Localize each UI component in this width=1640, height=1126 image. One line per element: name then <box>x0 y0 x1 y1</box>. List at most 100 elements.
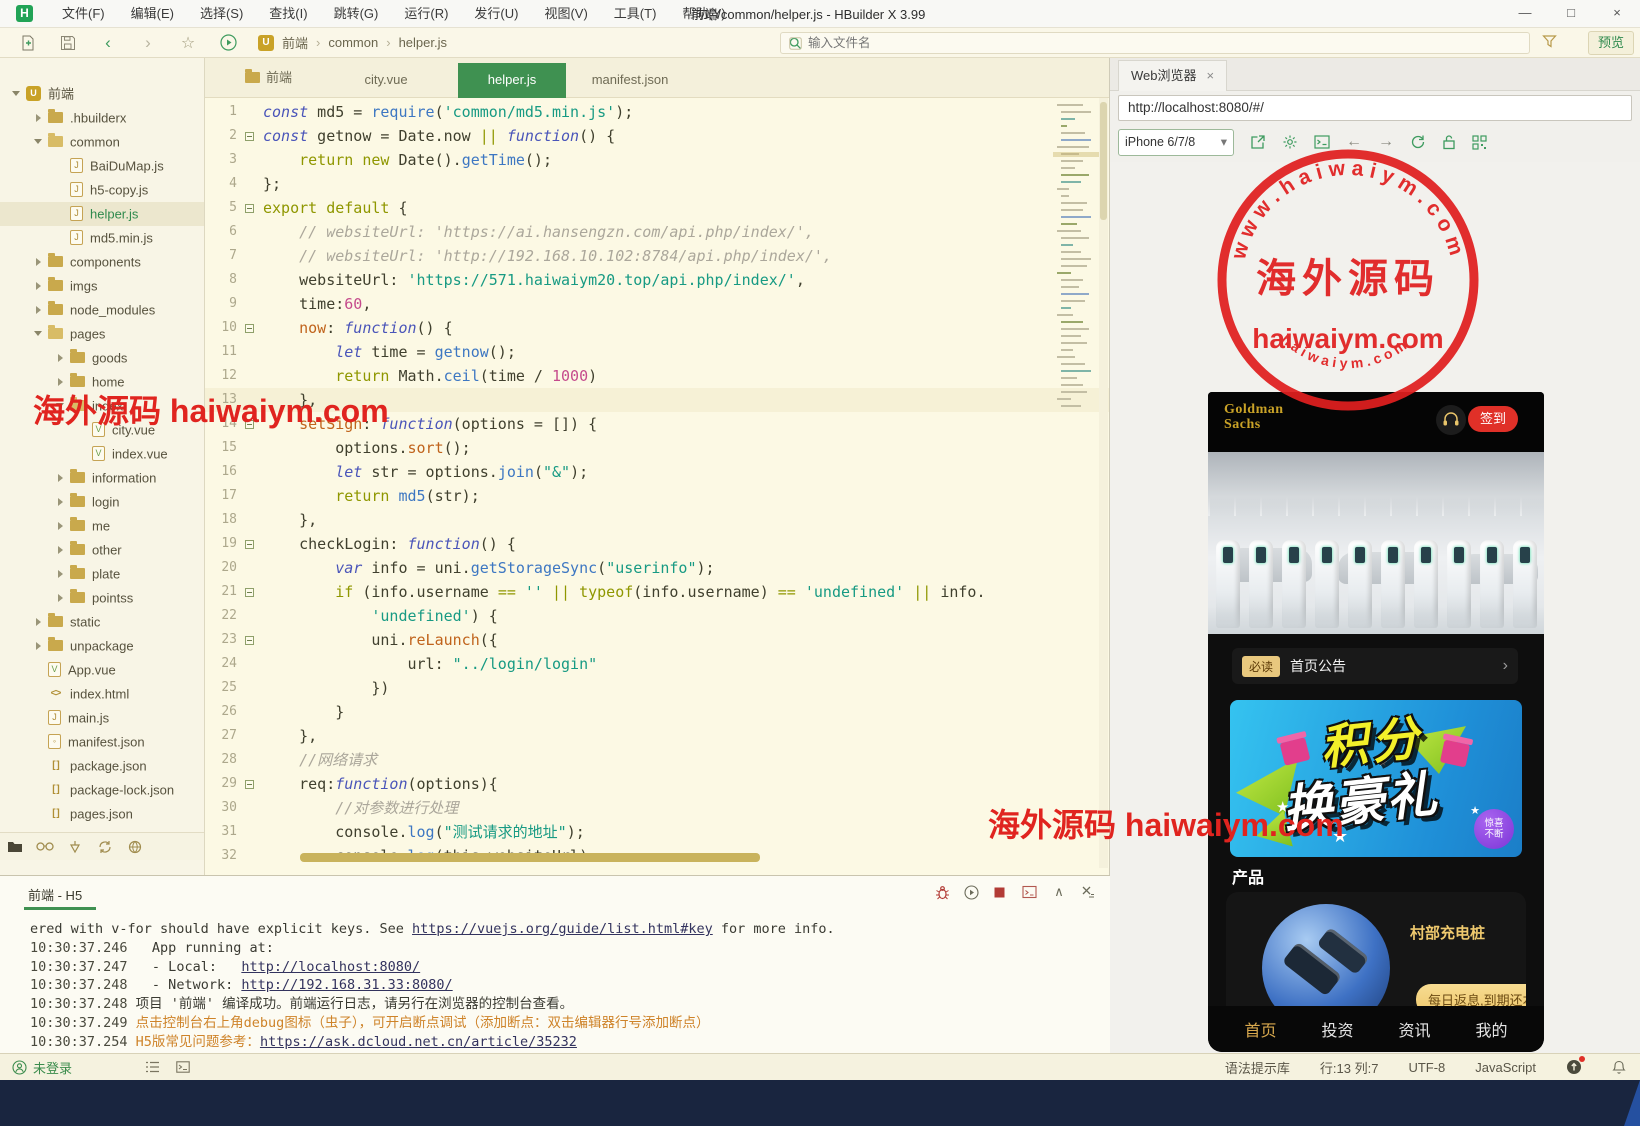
search-input[interactable] <box>808 36 1408 50</box>
breadcrumb-item[interactable]: 前端 <box>282 33 308 52</box>
line-number[interactable]: 16 <box>205 460 237 484</box>
terminal-status-icon[interactable] <box>176 1061 190 1073</box>
code-line-18[interactable]: 18 }, <box>205 508 1109 532</box>
tree-item-login[interactable]: login <box>0 490 204 514</box>
tree-item-pages[interactable]: pages <box>0 322 204 346</box>
plugins-panel-icon[interactable] <box>60 840 90 854</box>
line-number[interactable]: 15 <box>205 436 237 460</box>
menu-item[interactable]: 查找(I) <box>256 0 320 28</box>
chevron-right-icon[interactable] <box>54 538 70 562</box>
browser-back-icon[interactable]: ← <box>1346 133 1362 151</box>
tree-item-unpackage[interactable]: unpackage <box>0 634 204 658</box>
line-number[interactable]: 6 <box>205 220 237 244</box>
filter-funnel-icon[interactable] <box>1542 34 1557 49</box>
line-number[interactable]: 29 <box>205 772 237 796</box>
line-number[interactable]: 18 <box>205 508 237 532</box>
browser-forward-icon[interactable]: → <box>1378 133 1394 151</box>
line-number[interactable]: 11 <box>205 340 237 364</box>
find-panel-icon[interactable] <box>30 841 60 852</box>
code-line-10[interactable]: 10 now: function() { <box>205 316 1109 340</box>
app-tab-投资[interactable]: 投资 <box>1299 1017 1376 1041</box>
code-line-7[interactable]: 7 // websiteUrl: 'http://192.168.10.102:… <box>205 244 1109 268</box>
code-line-28[interactable]: 28 //网络请求 <box>205 748 1109 772</box>
checkin-button[interactable]: 签到 <box>1468 406 1518 432</box>
line-number[interactable]: 17 <box>205 484 237 508</box>
line-number[interactable]: 9 <box>205 292 237 316</box>
chevron-right-icon[interactable] <box>54 370 70 394</box>
line-number[interactable]: 19 <box>205 532 237 556</box>
menu-item[interactable]: 视图(V) <box>531 0 600 28</box>
app-tab-资讯[interactable]: 资讯 <box>1376 1017 1453 1041</box>
editor-tab-manifest.json[interactable]: manifest.json <box>570 63 690 98</box>
console-link[interactable]: https://vuejs.org/guide/list.html#key <box>412 921 713 937</box>
tree-item-other[interactable]: other <box>0 538 204 562</box>
close-tab-icon[interactable]: × <box>1207 68 1215 83</box>
code-line-9[interactable]: 9 time:60, <box>205 292 1109 316</box>
breadcrumb-item[interactable]: helper.js <box>399 35 447 50</box>
minimize-button[interactable]: — <box>1502 0 1548 28</box>
menu-item[interactable]: 文件(F) <box>49 0 118 28</box>
notification-bell-icon[interactable] <box>1612 1060 1626 1075</box>
editor-project-label[interactable]: 前端 <box>245 58 292 98</box>
save-icon[interactable] <box>48 35 88 51</box>
debug-bug-icon[interactable] <box>935 885 951 900</box>
line-number[interactable]: 3 <box>205 148 237 172</box>
tree-item-city.vue[interactable]: Vcity.vue <box>0 418 204 442</box>
vertical-scrollbar-thumb[interactable] <box>1100 102 1107 220</box>
browser-tab[interactable]: Web浏览器 × <box>1118 60 1228 91</box>
code-line-30[interactable]: 30 //对参数进行处理 <box>205 796 1109 820</box>
tree-item-common[interactable]: common <box>0 130 204 154</box>
terminal-window-icon[interactable] <box>1022 885 1038 899</box>
menu-item[interactable]: 选择(S) <box>187 0 256 28</box>
console-output[interactable]: ered with v-for should have explicit key… <box>30 920 1100 1052</box>
line-number[interactable]: 31 <box>205 820 237 844</box>
code-line-2[interactable]: 2 const getnow = Date.now || function() { <box>205 124 1109 148</box>
chevron-right-icon[interactable] <box>54 346 70 370</box>
chevron-right-icon[interactable] <box>54 562 70 586</box>
line-number[interactable]: 7 <box>205 244 237 268</box>
code-line-21[interactable]: 21 if (info.username == '' || typeof(inf… <box>205 580 1109 604</box>
tree-item-helper.js[interactable]: Jhelper.js <box>0 202 204 226</box>
line-number[interactable]: 22 <box>205 604 237 628</box>
line-number[interactable]: 12 <box>205 364 237 388</box>
syntax-library-label[interactable]: 语法提示库 <box>1225 1058 1290 1077</box>
preview-button[interactable]: 预览 <box>1588 31 1634 55</box>
customer-service-icon[interactable] <box>1436 405 1466 435</box>
sync-panel-icon[interactable] <box>90 840 120 854</box>
fold-icon[interactable] <box>245 132 254 141</box>
app-tab-我的[interactable]: 我的 <box>1453 1017 1530 1041</box>
tree-item-goods[interactable]: goods <box>0 346 204 370</box>
new-file-icon[interactable] <box>8 35 48 51</box>
bookmark-star-icon[interactable]: ☆ <box>168 33 208 53</box>
tree-item-index.html[interactable]: <> index.html <box>0 682 204 706</box>
editor-tab-city.vue[interactable]: city.vue <box>330 63 442 98</box>
menu-item[interactable]: 发行(U) <box>461 0 531 28</box>
url-bar[interactable]: http://localhost:8080/#/ <box>1118 95 1632 121</box>
tree-item-pages.json[interactable]: [ ] pages.json <box>0 802 204 826</box>
phone-preview[interactable]: Goldman Sachs 签到 必读 首页公告 › ★ ★ ★ ★ 积分 换豪… <box>1208 392 1544 1052</box>
tree-item-index[interactable]: index <box>0 394 204 418</box>
line-number[interactable]: 24 <box>205 652 237 676</box>
chevron-right-icon[interactable] <box>54 514 70 538</box>
files-panel-icon[interactable] <box>0 840 30 853</box>
forward-icon[interactable]: › <box>128 29 168 57</box>
device-select[interactable]: iPhone 6/7/8 ▾ <box>1118 128 1234 156</box>
tree-item-main.js[interactable]: Jmain.js <box>0 706 204 730</box>
code-line-26[interactable]: 26 } <box>205 700 1109 724</box>
tree-item-static[interactable]: static <box>0 610 204 634</box>
notice-bar[interactable]: 必读 首页公告 › <box>1232 648 1518 684</box>
code-line-8[interactable]: 8 websiteUrl: 'https://571.haiwaiym20.to… <box>205 268 1109 292</box>
code-line-6[interactable]: 6 // websiteUrl: 'https://ai.hansengzn.c… <box>205 220 1109 244</box>
tree-item-components[interactable]: components <box>0 250 204 274</box>
fold-icon[interactable] <box>245 588 254 597</box>
clear-console-icon[interactable] <box>1080 885 1096 899</box>
menu-item[interactable]: 工具(T) <box>601 0 670 28</box>
maximize-button[interactable]: □ <box>1548 0 1594 28</box>
chevron-right-icon[interactable] <box>32 298 48 322</box>
tree-item-pointss[interactable]: pointss <box>0 586 204 610</box>
line-number[interactable]: 28 <box>205 748 237 772</box>
code-line-14[interactable]: 14 setSign: function(options = []) { <box>205 412 1109 436</box>
line-number[interactable]: 13 <box>205 388 237 412</box>
console-link[interactable]: https://ask.dcloud.net.cn/article/35232 <box>260 1034 577 1050</box>
tree-item-plate[interactable]: plate <box>0 562 204 586</box>
